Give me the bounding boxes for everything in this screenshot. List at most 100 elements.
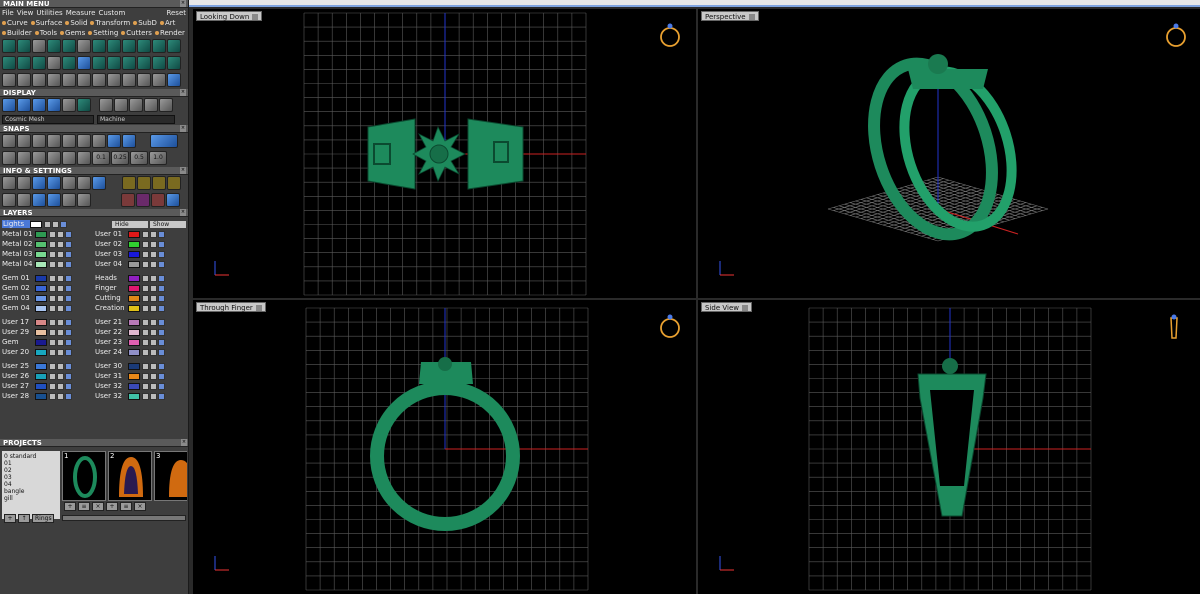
lock-icon[interactable] (57, 318, 64, 326)
tool-icon[interactable] (47, 73, 61, 87)
display-icon[interactable] (77, 98, 91, 112)
tool-icon[interactable] (167, 56, 181, 70)
delete-thumb-button[interactable]: × (134, 502, 146, 511)
menu-view[interactable]: View (17, 9, 34, 17)
tool-icon[interactable] (92, 39, 106, 53)
select-icon[interactable] (158, 240, 165, 248)
layer-item[interactable]: Gem 03 (2, 293, 93, 303)
viewport-looking-down[interactable]: Looking Down (193, 9, 696, 298)
lock-icon[interactable] (57, 392, 64, 400)
display-icon[interactable] (129, 98, 143, 112)
layer-color-swatch[interactable] (128, 260, 140, 268)
info-icon[interactable] (77, 193, 91, 207)
select-icon[interactable] (158, 318, 165, 326)
tool-icon[interactable] (167, 73, 181, 87)
lock-icon[interactable] (150, 338, 157, 346)
tool-icon[interactable] (167, 39, 181, 53)
hide-button[interactable]: Hide (112, 220, 148, 228)
viewport-label[interactable]: Looking Down (196, 11, 263, 21)
layer-item[interactable]: User 22 (95, 327, 186, 337)
info-icon[interactable] (17, 193, 31, 207)
tool-icon[interactable] (17, 73, 31, 87)
lock-icon[interactable] (57, 362, 64, 370)
viewport-label[interactable]: Through Finger (196, 302, 266, 312)
select-icon[interactable] (158, 382, 165, 390)
select-icon[interactable] (158, 250, 165, 258)
layer-color-swatch[interactable] (35, 274, 47, 282)
snap-value-0.25[interactable]: 0.25 (111, 151, 129, 165)
select-icon[interactable] (65, 230, 72, 238)
menu-file[interactable]: File (2, 9, 14, 17)
layer-color-swatch[interactable] (128, 392, 140, 400)
layer-color-swatch[interactable] (35, 294, 47, 302)
snap-icon[interactable] (32, 134, 46, 148)
viewport-side-view[interactable]: Side View (698, 300, 1200, 594)
tool-icon[interactable] (122, 39, 136, 53)
snap-value-1.0[interactable]: 1.0 (149, 151, 167, 165)
layer-item[interactable]: Gem (2, 337, 93, 347)
visible-icon[interactable] (49, 284, 56, 292)
lock-icon[interactable] (150, 348, 157, 356)
visible-icon[interactable] (49, 338, 56, 346)
layer-color-swatch[interactable] (128, 362, 140, 370)
visible-icon[interactable] (142, 372, 149, 380)
tool-icon[interactable] (32, 73, 46, 87)
visible-icon[interactable] (142, 362, 149, 370)
info-icon[interactable] (47, 176, 61, 190)
lock-icon[interactable] (150, 372, 157, 380)
reset-button[interactable]: Reset (166, 9, 186, 17)
select-icon[interactable] (65, 328, 72, 336)
select-icon[interactable] (158, 328, 165, 336)
select-icon[interactable] (158, 294, 165, 302)
tab-art[interactable]: Art (160, 19, 175, 27)
project-item[interactable]: 02 (4, 467, 58, 474)
close-icon[interactable]: × (181, 439, 187, 446)
layer-lights[interactable]: Lights (2, 219, 93, 229)
layer-item[interactable]: Gem 02 (2, 283, 93, 293)
tool-icon[interactable] (137, 73, 151, 87)
layer-item[interactable]: User 32 (95, 381, 186, 391)
display-icon[interactable] (144, 98, 158, 112)
material-select[interactable]: Machine (97, 115, 175, 124)
project-item[interactable]: gill (4, 495, 58, 502)
lock-icon[interactable] (150, 392, 157, 400)
visible-icon[interactable] (142, 294, 149, 302)
lock-icon[interactable] (57, 372, 64, 380)
project-item[interactable]: 04 (4, 481, 58, 488)
select-icon[interactable] (65, 274, 72, 282)
select-icon[interactable] (65, 240, 72, 248)
select-icon[interactable] (65, 250, 72, 258)
lock-icon[interactable] (150, 294, 157, 302)
select-icon[interactable] (158, 372, 165, 380)
select-icon[interactable] (158, 274, 165, 282)
select-icon[interactable] (158, 230, 165, 238)
snap-icon[interactable] (150, 134, 178, 148)
visible-icon[interactable] (49, 294, 56, 302)
layer-item[interactable]: User 28 (2, 391, 93, 401)
layer-item[interactable]: User 31 (95, 371, 186, 381)
tool-icon[interactable] (107, 73, 121, 87)
layer-item[interactable]: User 26 (2, 371, 93, 381)
lock-icon[interactable] (57, 328, 64, 336)
lock-icon[interactable] (150, 328, 157, 336)
snap-icon[interactable] (77, 134, 91, 148)
layer-item[interactable]: User 29 (2, 327, 93, 337)
project-list[interactable]: 0 standard 01 02 03 04 bangle gill (2, 451, 60, 519)
visible-icon[interactable] (49, 362, 56, 370)
layer-color-swatch[interactable] (128, 274, 140, 282)
viewport-through-finger[interactable]: Through Finger (193, 300, 696, 594)
tab-surface[interactable]: Surface (31, 19, 63, 27)
thumbnail-3[interactable]: 3 (154, 451, 187, 501)
tool-icon[interactable] (152, 73, 166, 87)
viewport-label[interactable]: Side View (701, 302, 752, 312)
snap-icon[interactable] (32, 151, 46, 165)
tab-curve[interactable]: Curve (2, 19, 28, 27)
layer-color-swatch[interactable] (35, 284, 47, 292)
rings-button[interactable]: Rings (32, 514, 54, 523)
select-icon[interactable] (158, 392, 165, 400)
tool-icon[interactable] (92, 73, 106, 87)
layer-color-swatch[interactable] (128, 338, 140, 346)
visible-icon[interactable] (49, 274, 56, 282)
visible-icon[interactable] (142, 250, 149, 258)
display-icon[interactable] (62, 98, 76, 112)
